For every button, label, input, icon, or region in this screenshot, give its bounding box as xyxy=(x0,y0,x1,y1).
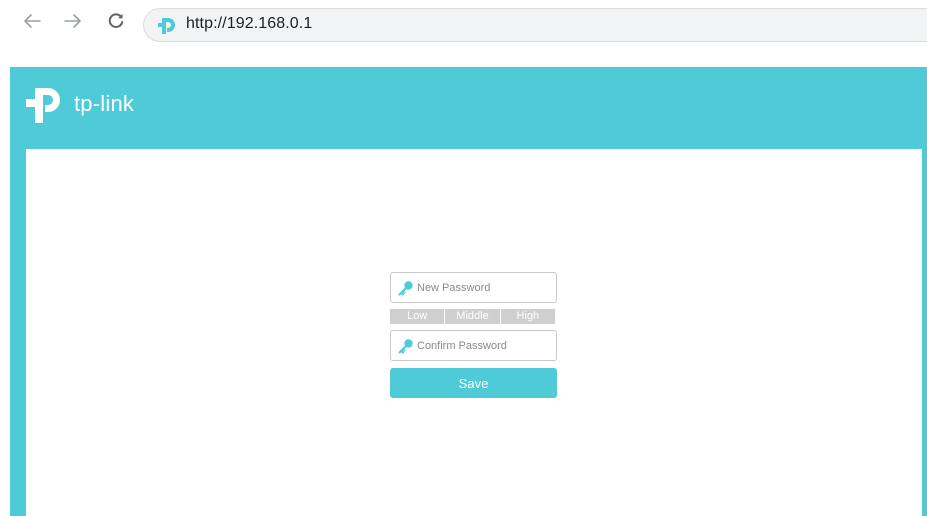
confirm-password-input[interactable] xyxy=(417,331,553,360)
strength-high: High xyxy=(499,309,555,324)
browser-toolbar: http://192.168.0.1 xyxy=(0,0,927,47)
strength-middle: Middle xyxy=(444,309,499,324)
tp-link-logo-icon xyxy=(26,88,60,123)
reload-button[interactable] xyxy=(104,9,128,33)
main-content: Low Middle High Save xyxy=(26,149,922,516)
key-icon xyxy=(398,339,413,354)
confirm-password-field[interactable] xyxy=(390,330,557,361)
router-page: tp-link Low Middle High Save xyxy=(10,67,927,516)
url-text: http://192.168.0.1 xyxy=(186,15,313,32)
tp-link-favicon-icon xyxy=(158,18,175,34)
set-password-form: Low Middle High Save xyxy=(390,272,557,398)
strength-low: Low xyxy=(407,310,428,322)
address-bar[interactable]: http://192.168.0.1 xyxy=(143,8,927,42)
save-button[interactable]: Save xyxy=(390,368,557,398)
new-password-input[interactable] xyxy=(417,273,553,302)
tp-link-logo: tp-link xyxy=(24,84,164,128)
logo-text: tp-link xyxy=(74,91,135,116)
password-strength-meter: Low Middle High xyxy=(390,309,555,324)
arrow-left-icon xyxy=(24,14,41,28)
arrow-right-icon xyxy=(64,14,81,28)
key-icon xyxy=(398,281,413,296)
new-password-field[interactable] xyxy=(390,272,557,303)
forward-button[interactable] xyxy=(61,9,85,33)
back-button[interactable] xyxy=(20,9,44,33)
reload-icon xyxy=(108,13,124,28)
